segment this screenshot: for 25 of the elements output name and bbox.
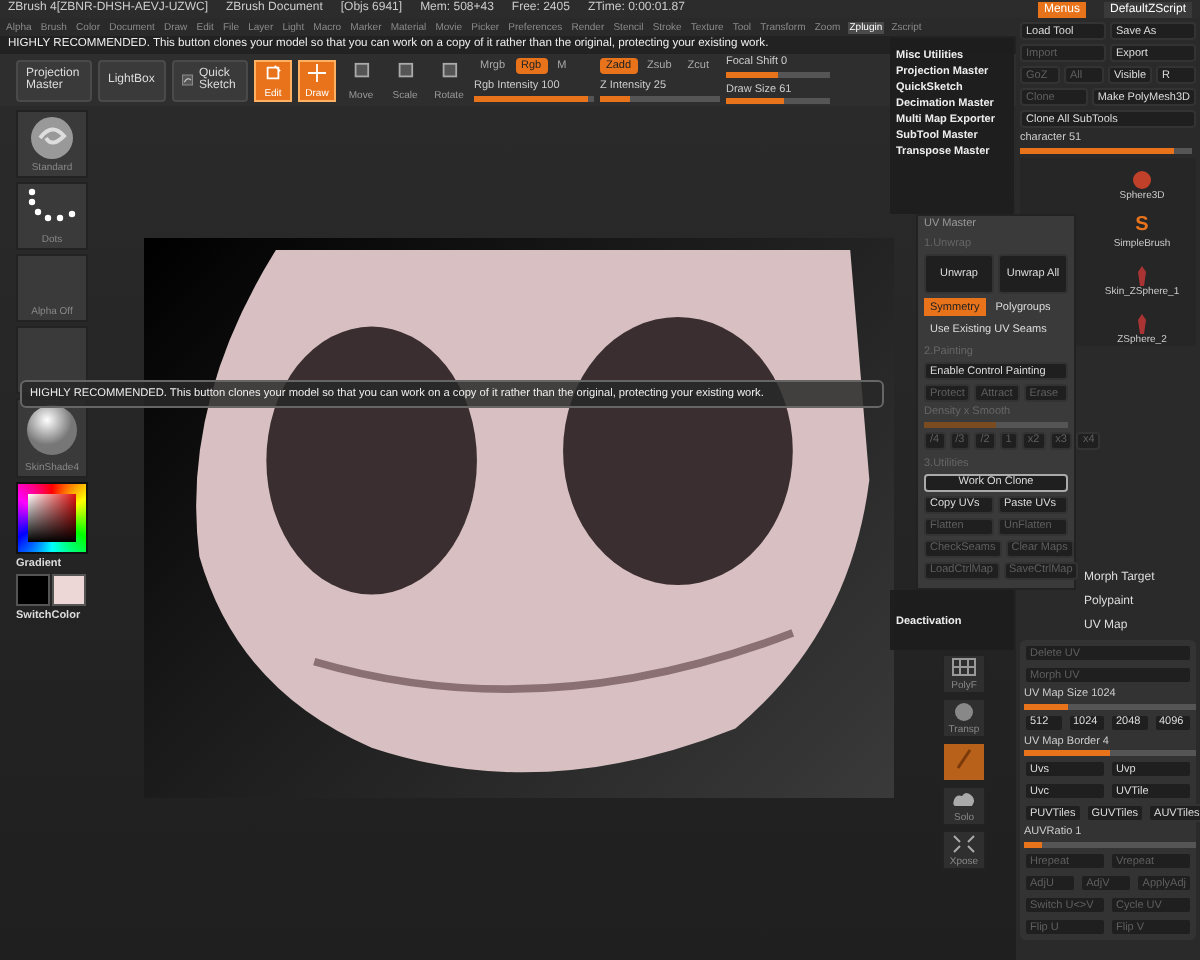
- grid-icon: [952, 658, 976, 676]
- brush-icon: [954, 746, 974, 770]
- color-swatch[interactable]: [16, 574, 50, 606]
- sphere-icon: [954, 702, 974, 722]
- logo-letter: S: [1135, 213, 1149, 238]
- shelf-button[interactable]: [942, 742, 986, 782]
- cloud-icon: [952, 790, 976, 808]
- slider-track[interactable]: [1024, 842, 1196, 848]
- slider-track[interactable]: [600, 95, 720, 102]
- figure-icon: [1134, 265, 1150, 286]
- edit-icon: [264, 63, 282, 81]
- slider-track[interactable]: [1024, 703, 1196, 710]
- color-swatch[interactable]: [52, 574, 86, 606]
- slider-track[interactable]: [726, 71, 830, 77]
- slider-track[interactable]: [726, 98, 830, 105]
- slider-track[interactable]: [1024, 750, 1196, 757]
- brush-sphere-icon: [28, 116, 76, 160]
- figure-icon: [1134, 313, 1150, 334]
- sphere-icon: [1132, 169, 1152, 190]
- material-sphere-icon: [26, 404, 78, 456]
- sketch-icon: [182, 70, 194, 90]
- slider-track[interactable]: [924, 421, 1068, 428]
- color-picker[interactable]: [16, 482, 88, 554]
- arrows-icon: [952, 834, 976, 854]
- crosshair-icon: [308, 63, 326, 81]
